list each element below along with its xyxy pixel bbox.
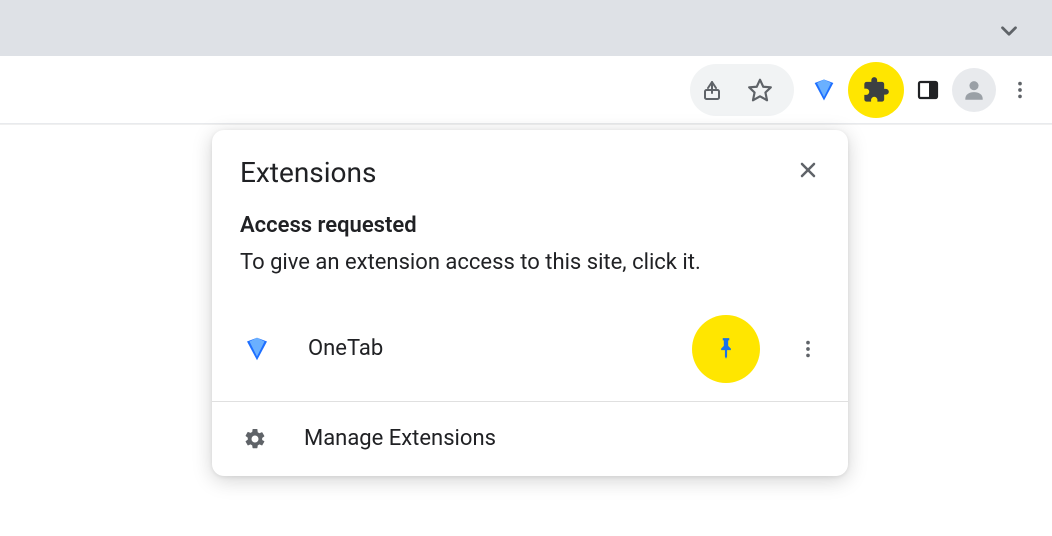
onetab-icon — [240, 332, 274, 366]
browser-toolbar — [0, 56, 1052, 124]
close-icon[interactable] — [790, 152, 826, 188]
star-icon[interactable] — [738, 68, 782, 112]
extensions-button-highlight — [848, 62, 904, 118]
extensions-puzzle-icon[interactable] — [854, 68, 898, 112]
popup-title: Extensions — [240, 156, 820, 189]
profile-avatar-button[interactable] — [952, 68, 996, 112]
tab-strip — [0, 0, 1052, 56]
gear-icon — [240, 424, 270, 454]
manage-extensions-row[interactable]: Manage Extensions — [212, 402, 848, 476]
extensions-popup: Extensions Access requested To give an e… — [212, 130, 848, 476]
pin-highlight — [692, 315, 760, 383]
onetab-extension-icon[interactable] — [802, 68, 846, 112]
manage-extensions-label: Manage Extensions — [304, 426, 496, 451]
side-panel-icon[interactable] — [906, 68, 950, 112]
pin-icon[interactable] — [713, 336, 739, 362]
extension-more-icon[interactable] — [788, 329, 828, 369]
kebab-menu-icon[interactable] — [998, 68, 1042, 112]
share-icon[interactable] — [690, 68, 734, 112]
extension-name: OneTab — [308, 336, 682, 361]
chevron-down-icon[interactable] — [996, 18, 1022, 44]
access-requested-heading: Access requested — [240, 213, 820, 238]
access-requested-description: To give an extension access to this site… — [240, 248, 820, 279]
extension-row[interactable]: OneTab — [212, 301, 848, 401]
omnibox-actions — [690, 64, 794, 116]
